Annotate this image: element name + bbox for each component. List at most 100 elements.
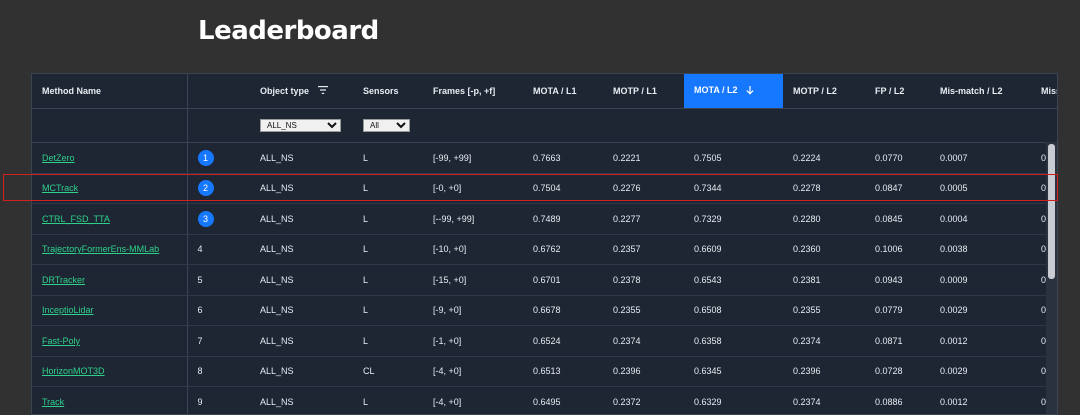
- col-header-method-name[interactable]: Method Name: [32, 74, 188, 109]
- vertical-scrollbar[interactable]: [1046, 142, 1057, 414]
- table-row: Track 9 ALL_NS L [-4, +0] 0.6495 0.2372 0.6329 0…: [32, 386, 1057, 414]
- cell-mota-l1: 0.6701: [523, 264, 603, 296]
- cell-sensors: CL: [353, 356, 423, 387]
- col-header-rank: [187, 74, 250, 109]
- method-link[interactable]: DetZero: [42, 153, 75, 163]
- cell-mismatch-l2: 0.0038: [930, 234, 1031, 265]
- cell-method-name: Track: [32, 386, 188, 414]
- cell-fp-l2: 0.0728: [865, 356, 930, 387]
- cell-mismatch-l2: 0.0029: [930, 356, 1031, 387]
- cell-mota-l1: 0.7663: [523, 142, 603, 174]
- cell-mota-l1: 0.7504: [523, 173, 603, 204]
- method-link[interactable]: Track: [42, 397, 64, 407]
- cell-fp-l2: 0.0847: [865, 173, 930, 204]
- cell-motp-l1: 0.2355: [603, 295, 684, 326]
- cell-motp-l2: 0.2374: [783, 325, 865, 357]
- cell-mota-l1: 0.6762: [523, 234, 603, 265]
- cell-motp-l1: 0.2221: [603, 142, 684, 174]
- table-row: DRTracker 5 ALL_NS L [-15, +0] 0.6701 0.2378 0.…: [32, 264, 1057, 296]
- cell-mismatch-l2: 0.0012: [930, 386, 1031, 414]
- rank-number: 8: [197, 366, 203, 377]
- cell-mota-l1: 0.7489: [523, 203, 603, 235]
- rank-number: 5: [197, 274, 203, 285]
- cell-motp-l1: 0.2378: [603, 264, 684, 296]
- cell-motp-l1: 0.2276: [603, 173, 684, 204]
- cell-mismatch-l2: 0.0005: [930, 173, 1031, 204]
- cell-object-type: ALL_NS: [250, 295, 353, 326]
- filter-icon[interactable]: [317, 86, 328, 96]
- cell-mota-l2: 0.7329: [684, 203, 783, 235]
- cell-frames: [-99, +99]: [423, 142, 523, 174]
- col-header-frames[interactable]: Frames [-p, +f]: [423, 74, 523, 109]
- cell-sensors: L: [353, 234, 423, 265]
- cell-rank: 3: [187, 203, 250, 235]
- cell-frames: [-0, +0]: [423, 173, 523, 204]
- cell-mota-l2: 0.6609: [684, 234, 783, 265]
- col-header-mota-l1[interactable]: MOTA / L1: [523, 74, 603, 109]
- rank-number: 6: [197, 305, 203, 316]
- table-row: CTRL_FSD_TTA 3 ALL_NS L [--99, +99] 0.7489 0.2…: [32, 203, 1057, 235]
- col-header-motp-l2[interactable]: MOTP / L2: [783, 74, 865, 109]
- cell-method-name: InceptioLidar: [32, 295, 188, 326]
- col-header-motp-l1[interactable]: MOTP / L1: [603, 74, 684, 109]
- cell-mota-l2: 0.6508: [684, 295, 783, 326]
- cell-motp-l1: 0.2396: [603, 356, 684, 387]
- cell-method-name: CTRL_FSD_TTA: [32, 203, 188, 235]
- cell-rank: 4: [187, 234, 250, 265]
- cell-rank: 7: [187, 325, 250, 357]
- cell-rank: 5: [187, 264, 250, 296]
- cell-motp-l1: 0.2277: [603, 203, 684, 235]
- cell-object-type: ALL_NS: [250, 142, 353, 174]
- col-header-object-type[interactable]: Object type: [250, 74, 353, 109]
- cell-mismatch-l2: 0.0029: [930, 295, 1031, 326]
- method-link[interactable]: CTRL_FSD_TTA: [42, 214, 110, 224]
- cell-frames: [-4, +0]: [423, 356, 523, 387]
- method-link[interactable]: MCTrack: [42, 183, 78, 193]
- col-header-mismatch-l2[interactable]: Mis-match / L2: [930, 74, 1031, 109]
- table-row: HorizonMOT3D 8 ALL_NS CL [-4, +0] 0.6513 0.239…: [32, 356, 1057, 387]
- method-link[interactable]: Fast-Poly: [42, 336, 80, 346]
- cell-sensors: L: [353, 264, 423, 296]
- col-header-fp-l2[interactable]: FP / L2: [865, 74, 930, 109]
- filter-row: ALL_NS All: [32, 108, 1057, 143]
- table-row: DetZero 1 ALL_NS L [-99, +99] 0.7663 0.2221 0.7…: [32, 142, 1057, 174]
- scrollbar-thumb[interactable]: [1048, 144, 1055, 279]
- cell-mota-l2: 0.7505: [684, 142, 783, 174]
- method-link[interactable]: DRTracker: [42, 275, 85, 285]
- cell-rank: 1: [187, 142, 250, 174]
- cell-rank: 2: [187, 173, 250, 204]
- cell-method-name: DRTracker: [32, 264, 188, 296]
- cell-motp-l2: 0.2381: [783, 264, 865, 296]
- cell-frames: [-15, +0]: [423, 264, 523, 296]
- cell-object-type: ALL_NS: [250, 203, 353, 235]
- method-link[interactable]: HorizonMOT3D: [42, 366, 105, 376]
- cell-object-type: ALL_NS: [250, 234, 353, 265]
- col-header-miss[interactable]: Miss: [1031, 74, 1057, 109]
- cell-object-type: ALL_NS: [250, 386, 353, 414]
- cell-fp-l2: 0.0845: [865, 203, 930, 235]
- method-link[interactable]: TrajectoryFormerEns-MMLab: [42, 244, 159, 254]
- cell-sensors: L: [353, 173, 423, 204]
- cell-rank: 9: [187, 386, 250, 414]
- cell-method-name: DetZero: [32, 142, 188, 174]
- cell-object-type: ALL_NS: [250, 264, 353, 296]
- cell-sensors: L: [353, 386, 423, 414]
- cell-fp-l2: 0.0779: [865, 295, 930, 326]
- object-type-select[interactable]: ALL_NS: [260, 119, 341, 132]
- cell-rank: 6: [187, 295, 250, 326]
- cell-motp-l2: 0.2278: [783, 173, 865, 204]
- cell-fp-l2: 0.0871: [865, 325, 930, 357]
- table-row: MCTrack 2 ALL_NS L [-0, +0] 0.7504 0.2276 0.734…: [32, 173, 1057, 204]
- cell-mota-l2: 0.6329: [684, 386, 783, 414]
- cell-mismatch-l2: 0.0007: [930, 142, 1031, 174]
- col-header-mota-l2[interactable]: MOTA / L2: [684, 74, 783, 109]
- method-link[interactable]: InceptioLidar: [42, 305, 94, 315]
- cell-rank: 8: [187, 356, 250, 387]
- rank-badge: 2: [197, 180, 214, 197]
- arrow-down-icon[interactable]: [746, 85, 754, 97]
- col-header-sensors[interactable]: Sensors: [353, 74, 423, 109]
- cell-mota-l1: 0.6495: [523, 386, 603, 414]
- cell-frames: [-4, +0]: [423, 386, 523, 414]
- cell-motp-l2: 0.2224: [783, 142, 865, 174]
- sensors-select[interactable]: All: [363, 119, 410, 132]
